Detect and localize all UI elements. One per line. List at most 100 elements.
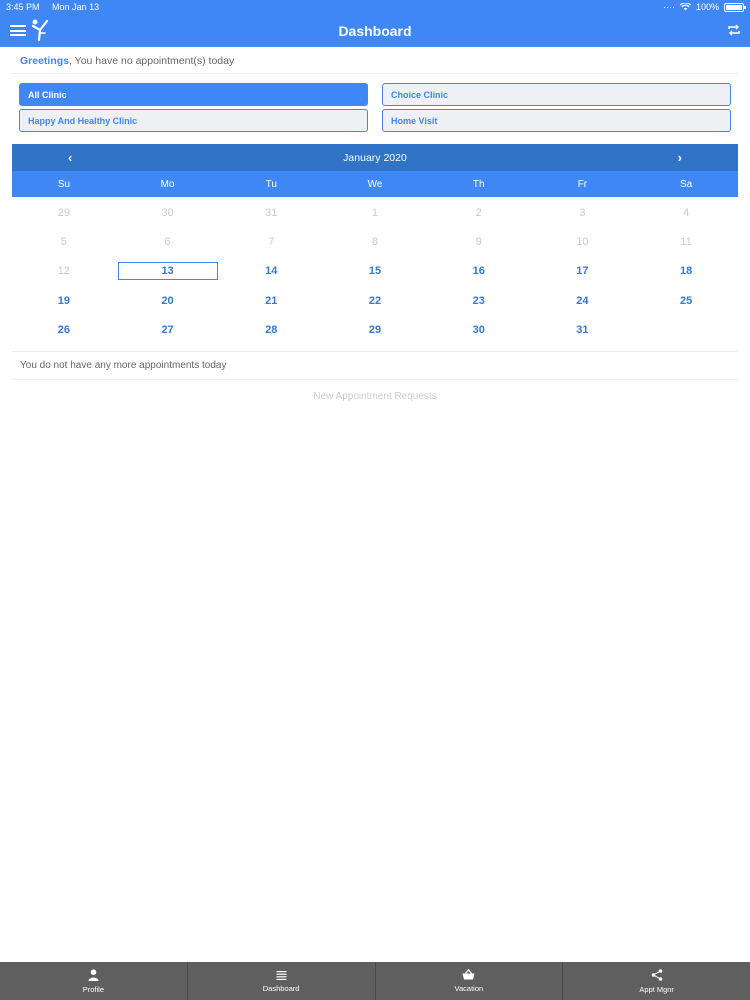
calendar-day-number: 11 <box>680 236 692 249</box>
clinic-label: Home Visit <box>391 115 438 126</box>
no-appointments-text: You do not have any more appointments to… <box>20 360 227 371</box>
calendar-day[interactable]: 6 <box>116 227 220 256</box>
calendar-day[interactable]: 30 <box>427 316 531 345</box>
calendar-day-number: 17 <box>576 265 589 278</box>
calendar-day[interactable]: 22 <box>323 286 427 315</box>
calendar-day-number: 30 <box>161 206 174 219</box>
calendar-day[interactable]: 3 <box>531 198 635 227</box>
status-time: 3:45 PM <box>6 2 40 12</box>
calendar-day-number: 8 <box>371 236 379 249</box>
calendar-day[interactable]: 15 <box>323 257 427 286</box>
calendar-grid: 29 30 31 1 2 3 4 5 6 7 8 9 10 11 12 13 14 15 16 17 18 19 20 21 2… <box>12 198 738 345</box>
calendar-day[interactable]: 7 <box>219 227 323 256</box>
chevron-right-icon[interactable]: › <box>678 150 682 165</box>
calendar-day[interactable]: 4 <box>634 198 738 227</box>
choice-clinic-button[interactable]: Choice Clinic <box>382 83 731 106</box>
calendar-day[interactable]: 24 <box>531 286 635 315</box>
calendar-day[interactable]: 23 <box>427 286 531 315</box>
calendar-day[interactable]: 27 <box>116 316 220 345</box>
calendar-day-selected[interactable]: 13 <box>116 257 220 286</box>
tab-dashboard[interactable]: Dashboard <box>188 962 376 1000</box>
calendar-day-number: 10 <box>576 236 589 249</box>
calendar-weekdays: Su Mo Tu We Th Fr Sa <box>12 171 738 197</box>
tab-label: Profile <box>82 984 104 994</box>
clinic-label: All Clinic <box>28 89 67 100</box>
calendar-day-number: 2 <box>475 206 482 219</box>
page-title: Dashboard <box>338 22 412 39</box>
calendar-day-number: 23 <box>472 294 485 307</box>
clinic-label: Happy And Healthy Clinic <box>28 115 138 126</box>
tab-bar: Profile Dashboard Vacation Appt Mgnr <box>0 962 750 1000</box>
calendar-day-number: 31 <box>265 206 278 219</box>
calendar-day[interactable]: 12 <box>12 257 116 286</box>
calendar-day[interactable]: 29 <box>12 198 116 227</box>
calendar-day[interactable]: 10 <box>531 227 635 256</box>
calendar-day[interactable]: 16 <box>427 257 531 286</box>
calendar-day[interactable]: 30 <box>116 198 220 227</box>
calendar-day[interactable]: 1 <box>323 198 427 227</box>
status-bar: 3:45 PM Mon Jan 13 ···· 100% <box>0 0 750 14</box>
list-icon <box>276 970 287 980</box>
calendar-day-number: 28 <box>265 324 278 337</box>
weekday-label: Fr <box>577 178 588 190</box>
calendar-day[interactable]: 21 <box>219 286 323 315</box>
tab-label: Appt Mgnr <box>639 984 674 994</box>
divider <box>12 73 737 74</box>
calendar-day[interactable]: 8 <box>323 227 427 256</box>
calendar-day-number: 12 <box>57 265 70 278</box>
calendar-day-number: 24 <box>576 294 589 307</box>
calendar-day-number: 22 <box>368 294 382 307</box>
calendar-day-number: 6 <box>164 236 171 249</box>
calendar-day[interactable]: 29 <box>323 316 427 345</box>
calendar-day-number: 19 <box>57 294 70 307</box>
chevron-left-icon[interactable]: ‹ <box>68 150 72 165</box>
calendar-day[interactable]: 18 <box>634 257 738 286</box>
calendar-day-number: 5 <box>60 236 67 249</box>
status-date: Mon Jan 13 <box>52 2 100 12</box>
happy-healthy-clinic-button[interactable]: Happy And Healthy Clinic <box>19 109 368 132</box>
app-logo-icon <box>31 19 49 42</box>
calendar-day[interactable]: 5 <box>12 227 116 256</box>
calendar-day[interactable]: 31 <box>219 198 323 227</box>
calendar-header: ‹ January 2020 › <box>12 144 738 171</box>
tab-vacation[interactable]: Vacation <box>376 962 564 1000</box>
divider <box>12 351 737 352</box>
calendar-day-number: 29 <box>57 206 70 219</box>
calendar-day[interactable]: 20 <box>116 286 220 315</box>
calendar-day-number: 13 <box>117 262 218 281</box>
new-appointment-requests[interactable]: New Appointment Requests <box>0 391 750 402</box>
calendar-day-number: 26 <box>57 324 70 337</box>
calendar-day-number: 15 <box>368 265 382 278</box>
menu-icon[interactable] <box>10 25 26 36</box>
calendar-day-number: 18 <box>680 265 693 278</box>
clinic-label: Choice Clinic <box>391 89 449 100</box>
calendar-day[interactable]: 28 <box>219 316 323 345</box>
calendar-day-number: 16 <box>472 265 485 278</box>
calendar-day[interactable]: 9 <box>427 227 531 256</box>
calendar-month-label: January 2020 <box>343 151 407 164</box>
home-visit-button[interactable]: Home Visit <box>382 109 731 132</box>
calendar-day[interactable]: 31 <box>531 316 635 345</box>
calendar-day-number: 27 <box>161 324 174 337</box>
sync-icon[interactable] <box>728 23 740 37</box>
all-clinic-button[interactable]: All Clinic <box>19 83 368 106</box>
greeting-message: , You have no appointment(s) today <box>69 55 235 67</box>
calendar-day[interactable]: 2 <box>427 198 531 227</box>
tab-appt-mgnr[interactable]: Appt Mgnr <box>563 962 750 1000</box>
calendar-day[interactable]: 19 <box>12 286 116 315</box>
nav-bar: Dashboard <box>0 14 750 47</box>
calendar-day-number: 29 <box>368 324 382 337</box>
calendar-day[interactable]: 26 <box>12 316 116 345</box>
calendar-day[interactable]: 25 <box>634 286 738 315</box>
calendar-day <box>634 316 738 345</box>
battery-percent: 100% <box>695 2 719 12</box>
tab-profile[interactable]: Profile <box>0 962 188 1000</box>
weekday-label: Sa <box>680 178 693 190</box>
calendar-day[interactable]: 14 <box>219 257 323 286</box>
calendar-day[interactable]: 11 <box>634 227 738 256</box>
calendar-day-number: 4 <box>683 206 690 219</box>
battery-icon <box>724 2 746 12</box>
tab-label: Vacation <box>454 984 484 993</box>
calendar-day[interactable]: 17 <box>531 257 635 286</box>
calendar-day-number: 20 <box>161 294 174 307</box>
